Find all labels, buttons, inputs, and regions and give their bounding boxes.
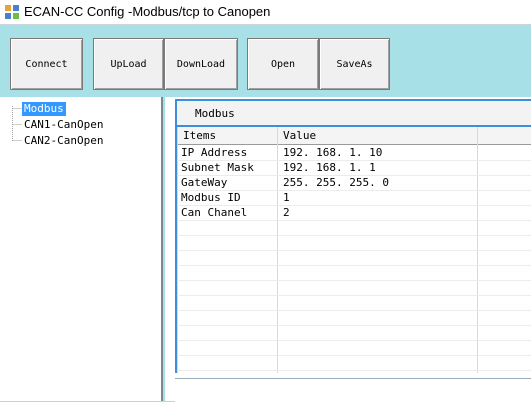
cell-item: Can Chanel: [181, 206, 248, 219]
table-row[interactable]: IP Address 192. 168. 1. 10: [177, 145, 531, 161]
config-tree[interactable]: Modbus CAN1-CanOpen CAN2-CanOpen: [0, 97, 163, 401]
toolbar: Connect UpLoad DownLoad Open SaveAs: [0, 25, 531, 97]
table-row[interactable]: Subnet Mask 192. 168. 1. 1: [177, 160, 531, 176]
column-header-value[interactable]: Value: [283, 129, 316, 142]
app-grid-icon: [5, 5, 19, 19]
empty-row: [177, 340, 531, 356]
empty-row: [177, 250, 531, 266]
cell-item: Subnet Mask: [181, 161, 254, 174]
cell-value[interactable]: 255. 255. 255. 0: [283, 176, 389, 189]
tree-item-can2-canopen[interactable]: CAN2-CanOpen: [22, 134, 105, 148]
upload-button[interactable]: UpLoad: [93, 38, 164, 90]
tree-item-modbus[interactable]: Modbus: [22, 102, 66, 116]
connect-button[interactable]: Connect: [10, 38, 83, 90]
panel-header: Modbus: [177, 101, 531, 125]
tree-item-can1-canopen[interactable]: CAN1-CanOpen: [22, 118, 105, 132]
property-grid[interactable]: Items Value IP Address 192. 168. 1. 10 S…: [177, 127, 531, 373]
empty-row: [177, 220, 531, 236]
cell-item: Modbus ID: [181, 191, 241, 204]
cell-item: GateWay: [181, 176, 228, 189]
detail-panel: Modbus Items Value IP Address 192. 168. …: [165, 97, 531, 401]
cell-item: IP Address: [181, 146, 248, 159]
window-title: ECAN-CC Config -Modbus/tcp to Canopen: [24, 4, 271, 19]
status-area: [175, 378, 531, 402]
title-bar: ECAN-CC Config -Modbus/tcp to Canopen: [0, 0, 531, 25]
empty-row: [177, 355, 531, 371]
column-header-items[interactable]: Items: [183, 129, 216, 142]
table-row[interactable]: Can Chanel 2: [177, 205, 531, 221]
empty-row: [177, 310, 531, 326]
download-button[interactable]: DownLoad: [164, 38, 238, 90]
open-button[interactable]: Open: [247, 38, 319, 90]
table-row[interactable]: Modbus ID 1: [177, 190, 531, 206]
panel-frame: Modbus Items Value IP Address 192. 168. …: [175, 99, 531, 373]
cell-value[interactable]: 192. 168. 1. 1: [283, 161, 376, 174]
saveas-button[interactable]: SaveAs: [319, 38, 390, 90]
empty-row: [177, 235, 531, 251]
table-row[interactable]: GateWay 255. 255. 255. 0: [177, 175, 531, 191]
cell-value[interactable]: 1: [283, 191, 290, 204]
empty-row: [177, 295, 531, 311]
cell-value[interactable]: 2: [283, 206, 290, 219]
empty-row: [177, 265, 531, 281]
cell-value[interactable]: 192. 168. 1. 10: [283, 146, 382, 159]
panel-title: Modbus: [195, 107, 235, 120]
empty-row: [177, 325, 531, 341]
empty-row: [177, 280, 531, 296]
